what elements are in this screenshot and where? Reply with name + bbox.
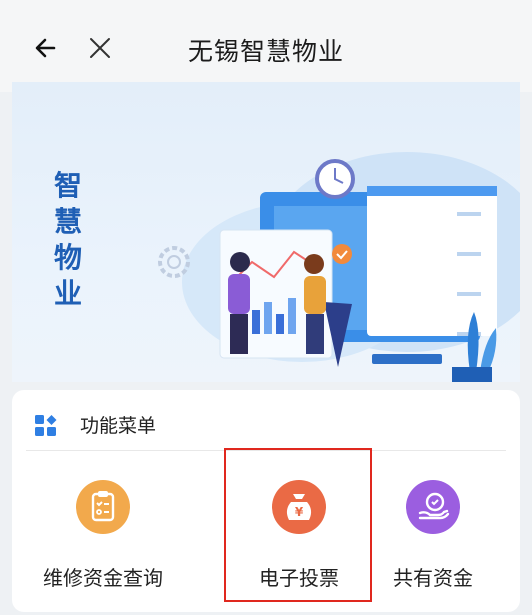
close-icon	[90, 38, 110, 58]
hand-coin-icon	[406, 480, 460, 534]
banner-char: 业	[53, 277, 82, 310]
banner-char: 慧	[53, 205, 82, 238]
close-button[interactable]	[82, 30, 118, 66]
banner-char: 物	[53, 241, 82, 274]
menu-item-e-voting[interactable]: ¥ 电子投票	[224, 448, 374, 602]
banner-char: 智	[53, 169, 82, 202]
clipboard-icon	[76, 480, 130, 534]
menu-item-shared-funds[interactable]: 共有资金	[358, 452, 508, 600]
arrow-left-icon	[35, 38, 56, 58]
app-header: 无锡智慧物业	[0, 0, 532, 92]
menu-item-repair-fund-query[interactable]: 维修资金查询	[28, 452, 178, 600]
menu-item-label: 共有资金	[393, 566, 473, 590]
function-menu-card: 功能菜单 维修资金查询 ¥ 电子投票 共有资金	[12, 390, 520, 612]
page-title: 无锡智慧物业	[187, 37, 344, 66]
hero-banner: 智 慧 物 业	[12, 82, 520, 382]
grid-icon	[35, 415, 57, 436]
menu-item-label: 维修资金查询	[43, 566, 163, 590]
back-button[interactable]	[28, 28, 68, 68]
menu-title: 功能菜单	[80, 415, 157, 437]
banner-vertical-title: 智 慧 物 业	[50, 168, 86, 312]
money-bag-icon: ¥	[272, 480, 326, 534]
svg-text:¥: ¥	[295, 505, 304, 519]
office-illustration	[158, 152, 520, 382]
menu-item-label: 电子投票	[259, 566, 339, 590]
